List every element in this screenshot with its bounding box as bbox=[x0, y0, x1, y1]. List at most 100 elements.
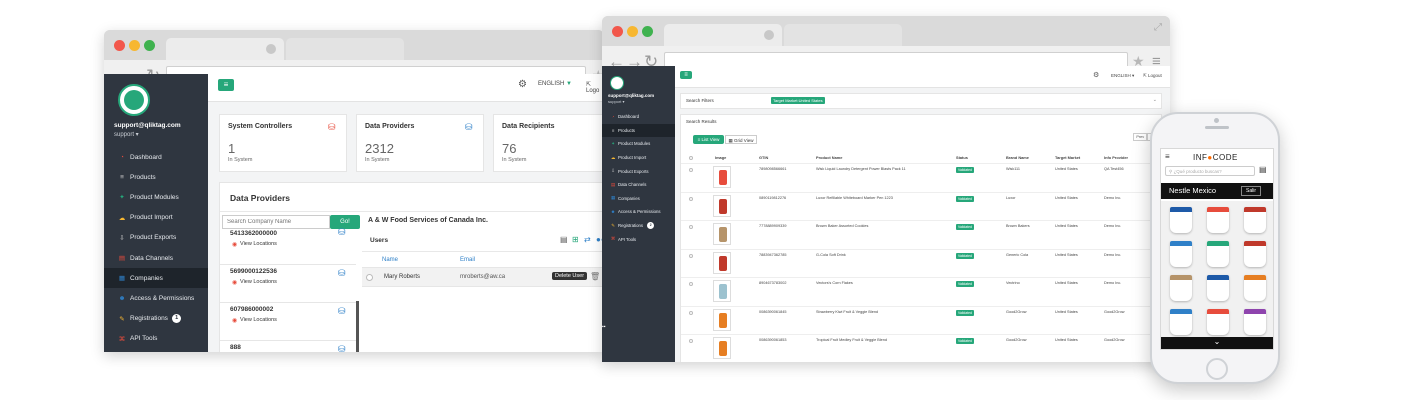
product-name-cell[interactable]: Tropical Fruit Medley Fruit & Veggie Ble… bbox=[816, 338, 887, 342]
product-thumbnail[interactable] bbox=[713, 251, 731, 274]
sidebar-item-data-channels[interactable]: ▤ Data Channels bbox=[602, 178, 675, 192]
sidebar-item-product-import[interactable]: ☁ Product Import bbox=[602, 151, 675, 165]
product-thumbnail[interactable] bbox=[713, 223, 731, 245]
product-tile[interactable] bbox=[1204, 239, 1232, 269]
row-checkbox[interactable] bbox=[689, 310, 693, 315]
sidebar-item-product-exports[interactable]: ⇩ Product Exports bbox=[602, 164, 675, 178]
col-header[interactable]: Product Name bbox=[816, 155, 842, 160]
close-window-dot[interactable] bbox=[114, 40, 125, 51]
sidebar-item-dashboard[interactable]: ◔ Dashboard bbox=[104, 147, 208, 167]
product-thumbnail[interactable] bbox=[713, 337, 731, 359]
add-icon[interactable]: ⊞ bbox=[572, 235, 579, 244]
sidebar-item-products[interactable]: ≡ Products bbox=[602, 123, 675, 138]
sidebar-item-data-channels[interactable]: ▤ Data Channels bbox=[104, 248, 208, 268]
row-checkbox[interactable] bbox=[689, 168, 693, 172]
product-thumbnail[interactable] bbox=[713, 308, 731, 331]
stat-card[interactable]: System Controllers ⛁ 1 In System bbox=[219, 114, 347, 172]
browser-tab-new[interactable] bbox=[784, 24, 902, 46]
maximize-window-dot[interactable] bbox=[642, 26, 653, 37]
col-header[interactable]: Info Provider bbox=[1104, 155, 1128, 160]
sidebar-item-registrations[interactable]: ✎ Registrations 1 bbox=[104, 309, 208, 329]
exit-button[interactable]: Salir bbox=[1241, 186, 1262, 196]
product-tile[interactable] bbox=[1204, 307, 1232, 337]
user-role-dropdown[interactable]: support ▾ bbox=[114, 131, 139, 138]
browser-tab-new[interactable] bbox=[286, 38, 404, 60]
table-row[interactable]: 7883947362785 G-Cola Soft Drink Validated G… bbox=[681, 248, 1161, 278]
tab-close-icon[interactable] bbox=[764, 30, 774, 40]
col-header[interactable]: GTIN bbox=[759, 155, 768, 160]
sidebar-item-access-permissions[interactable]: ☻ Access & Permissions bbox=[602, 205, 675, 219]
product-tile[interactable] bbox=[1241, 205, 1269, 235]
scroll-down-bar[interactable]: ⌄ bbox=[1161, 337, 1273, 349]
col-header-email[interactable]: Email bbox=[460, 257, 475, 263]
product-name-cell[interactable]: Wisk Liquid Laundry Detergent Power Blas… bbox=[816, 167, 906, 171]
chevron-down-icon[interactable]: ⌄ bbox=[1153, 97, 1157, 103]
row-checkbox[interactable] bbox=[689, 225, 693, 229]
language-selector[interactable]: ENGLISH ▼ bbox=[538, 81, 572, 87]
avatar[interactable] bbox=[610, 76, 624, 90]
prev-page-button[interactable]: Prev bbox=[1133, 133, 1148, 141]
language-selector[interactable]: ENGLISH ▾ bbox=[1111, 73, 1134, 79]
product-name-cell[interactable]: Vectors's Corn Flakes bbox=[816, 281, 853, 285]
table-row[interactable]: 7898098566661 Wisk Liquid Laundry Deterge… bbox=[681, 163, 1161, 192]
settings-gear-icon[interactable]: ⚙ bbox=[1093, 71, 1099, 79]
select-all-checkbox[interactable] bbox=[689, 156, 693, 160]
table-row[interactable]: Mary Roberts mroberts@aw.ca Delete User … bbox=[362, 267, 604, 287]
row-checkbox[interactable] bbox=[689, 253, 693, 258]
sidebar-item-product-modules[interactable]: ✦ Product Modules bbox=[602, 137, 675, 151]
col-header[interactable]: Target Market bbox=[1055, 155, 1080, 160]
avatar[interactable] bbox=[118, 84, 150, 116]
barcode-scan-icon[interactable]: ▤ bbox=[1259, 165, 1267, 174]
sidebar-toggle-button[interactable]: ≡ bbox=[218, 79, 234, 91]
product-thumbnail[interactable] bbox=[713, 194, 731, 217]
product-tile[interactable] bbox=[1204, 205, 1232, 235]
product-tile[interactable] bbox=[1204, 273, 1232, 303]
product-tile[interactable] bbox=[1241, 239, 1269, 269]
maximize-window-dot[interactable] bbox=[144, 40, 155, 51]
grid-view-button[interactable]: ▦ Grid View bbox=[725, 135, 757, 144]
minimize-window-dot[interactable] bbox=[627, 26, 638, 37]
sidebar-item-companies[interactable]: ▦ Companies bbox=[104, 268, 208, 289]
sidebar-toggle-button[interactable]: ≡ bbox=[680, 71, 692, 79]
minimize-window-dot[interactable] bbox=[129, 40, 140, 51]
row-checkbox[interactable] bbox=[689, 196, 693, 201]
home-button[interactable] bbox=[1206, 358, 1228, 380]
col-header-name[interactable]: Name bbox=[382, 257, 398, 263]
product-tile[interactable] bbox=[1167, 273, 1195, 303]
product-name-cell[interactable]: Strawberry Kiwi Fruit & Veggie Blend bbox=[816, 310, 878, 314]
sidebar-item-product-import[interactable]: ☁ Product Import bbox=[104, 208, 208, 228]
logout-link[interactable]: ⇱ Logout bbox=[1143, 73, 1162, 79]
sidebar-item-product-exports[interactable]: ⇩ Product Exports bbox=[104, 228, 208, 248]
row-checkbox[interactable] bbox=[689, 339, 693, 343]
table-row[interactable]: 0890119812276 Luxor Refillable Whiteboard… bbox=[681, 191, 1161, 221]
sidebar-item-product-modules[interactable]: ✦ Product Modules bbox=[104, 187, 208, 207]
product-tile[interactable] bbox=[1241, 307, 1269, 337]
sidebar-item-api-tools[interactable]: ⌘ API Tools bbox=[104, 329, 208, 349]
product-thumbnail[interactable] bbox=[713, 280, 731, 302]
row-checkbox[interactable] bbox=[689, 282, 693, 286]
sidebar-item-access-permissions[interactable]: ☻ Access & Permissions bbox=[104, 288, 208, 308]
browser-tab[interactable] bbox=[664, 24, 782, 46]
col-header[interactable]: Image bbox=[715, 155, 726, 160]
export-icon[interactable]: ▤ bbox=[560, 235, 568, 244]
row-checkbox[interactable] bbox=[366, 274, 373, 281]
transfer-icon[interactable]: ⇄ bbox=[584, 235, 591, 244]
sidebar-item-companies[interactable]: ▦ Companies bbox=[602, 192, 675, 206]
sidebar-item-registrations[interactable]: ✎ Registrations 2 bbox=[602, 219, 675, 233]
product-name-cell[interactable]: Luxor Refillable Whiteboard Marker Pen 1… bbox=[816, 196, 893, 200]
stat-card[interactable]: Data Recipients⛁76In System bbox=[493, 114, 604, 172]
col-header[interactable]: Status bbox=[956, 155, 968, 160]
user-role-dropdown[interactable]: support ▾ bbox=[608, 99, 624, 104]
table-row[interactable]: 8904673783002 Vectors's Corn Flakes Valida… bbox=[681, 277, 1161, 306]
hamburger-menu-icon[interactable]: ≡ bbox=[1165, 152, 1170, 161]
list-item[interactable]: 888 ⛁ bbox=[220, 341, 356, 352]
collapse-handle-icon[interactable]: ▪▪ bbox=[602, 324, 606, 330]
list-item[interactable]: 5699000122536 ⛁ ◉ View Locations bbox=[220, 265, 356, 303]
stat-card[interactable]: Data Providers ⛁ 2312 In System bbox=[356, 114, 484, 172]
search-bar[interactable]: ⚲ ¿Qué producto buscas? bbox=[1165, 166, 1255, 176]
product-name-cell[interactable]: G-Cola Soft Drink bbox=[816, 253, 846, 257]
product-tile[interactable] bbox=[1167, 307, 1195, 337]
view-locations-link[interactable]: View Locations bbox=[240, 317, 277, 323]
sidebar-item-api-tools[interactable]: ⌘ API Tools bbox=[602, 232, 675, 246]
view-locations-link[interactable]: View Locations bbox=[240, 241, 277, 247]
